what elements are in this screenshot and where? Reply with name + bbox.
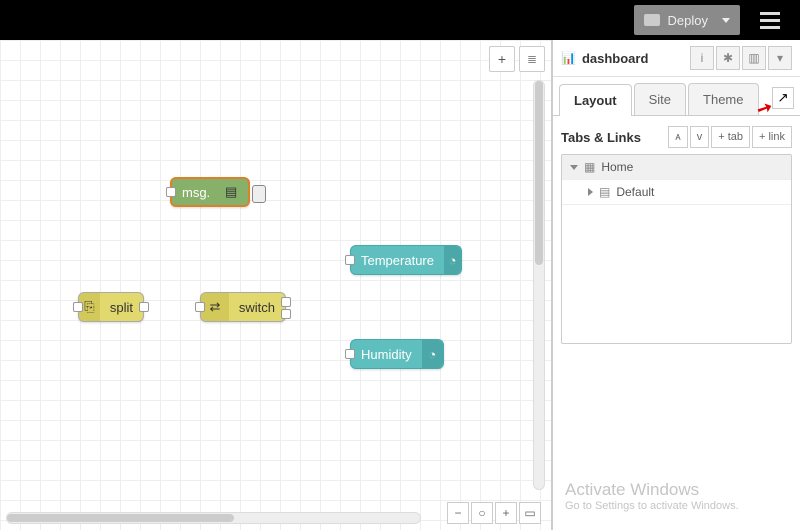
node-humidity[interactable]: Humidity ◔ xyxy=(350,339,444,369)
deploy-label: Deploy xyxy=(668,13,708,28)
node-label: split xyxy=(100,300,143,315)
canvas-scrollbar-h[interactable] xyxy=(6,512,421,524)
info-icon: i xyxy=(701,51,704,65)
sidebar: 📊 dashboard i ✱ ▥ ▾ Layout Site Theme ↗ … xyxy=(552,40,800,530)
pane-section-title: Tabs & Links xyxy=(561,130,641,145)
tab-site[interactable]: Site xyxy=(634,83,686,115)
external-link-icon: ↗ xyxy=(777,90,788,106)
node-label: switch xyxy=(229,300,285,315)
zoom-out-button[interactable]: − xyxy=(447,502,469,524)
node-debug[interactable]: msg. ▤ xyxy=(170,177,250,207)
hamburger-menu-button[interactable] xyxy=(750,0,790,40)
tree-label: Home xyxy=(601,160,633,174)
debug-toggle[interactable] xyxy=(252,185,266,203)
node-label: msg. xyxy=(172,185,220,200)
watermark-subtitle: Go to Settings to activate Windows. xyxy=(565,500,739,512)
switch-icon: ⇄ xyxy=(201,293,229,321)
node-label: Temperature xyxy=(351,253,444,268)
tree-group-default[interactable]: ▤ Default xyxy=(562,180,791,205)
map-toggle-button[interactable]: ▭ xyxy=(519,502,541,524)
scrollbar-thumb[interactable] xyxy=(535,81,543,265)
sidebar-header: 📊 dashboard i ✱ ▥ ▾ xyxy=(553,40,800,77)
group-icon: ▤ xyxy=(599,185,610,199)
add-link-button[interactable]: + link xyxy=(752,126,792,148)
node-port-out-2[interactable] xyxy=(281,309,291,319)
dashboard-tab-icon: ▦ xyxy=(584,160,595,174)
caret-down-icon xyxy=(722,18,730,23)
info-button[interactable]: i xyxy=(690,46,714,70)
pane-buttons: ᴀ ᴠ + tab + link xyxy=(668,126,792,148)
top-bar: Deploy xyxy=(0,0,800,40)
canvas-list-button[interactable]: ≣ xyxy=(519,46,545,72)
canvas-footer: − ○ + ▭ xyxy=(447,502,541,524)
collapse-all-button[interactable]: ᴠ xyxy=(690,126,710,148)
windows-watermark: Activate Windows Go to Settings to activ… xyxy=(565,480,739,512)
expand-all-button[interactable]: ᴀ xyxy=(668,126,687,148)
sidebar-title: 📊 dashboard xyxy=(561,51,648,66)
canvas-scrollbar-v[interactable] xyxy=(533,80,545,490)
canvas-grid xyxy=(0,40,551,530)
layout-pane: Tabs & Links ᴀ ᴠ + tab + link ▦ Home ▤ xyxy=(553,116,800,344)
node-port-in[interactable] xyxy=(195,302,205,312)
canvas-toolbar: + ≣ xyxy=(489,46,545,72)
node-split[interactable]: ⎘ split xyxy=(78,292,144,322)
tree-tab-home[interactable]: ▦ Home xyxy=(562,155,791,180)
deploy-icon xyxy=(644,14,660,26)
zoom-reset-button[interactable]: ○ xyxy=(471,502,493,524)
tab-theme[interactable]: Theme xyxy=(688,83,758,115)
gauge-icon: ◔ xyxy=(422,340,443,368)
bar-chart-icon: 📊 xyxy=(561,51,576,65)
list-icon: ≣ xyxy=(527,52,537,66)
sidebar-tools: i ✱ ▥ ▾ xyxy=(690,46,792,70)
node-label: Humidity xyxy=(351,347,422,362)
node-switch[interactable]: ⇄ switch xyxy=(200,292,286,322)
canvas-add-button[interactable]: + xyxy=(489,46,515,72)
deploy-button[interactable]: Deploy xyxy=(634,5,740,35)
chevron-right-icon xyxy=(588,188,593,196)
node-port-in[interactable] xyxy=(345,349,355,359)
scrollbar-thumb[interactable] xyxy=(7,514,234,522)
watermark-title: Activate Windows xyxy=(565,480,739,500)
flow-canvas[interactable]: + ≣ msg. ▤ ⎘ split xyxy=(0,40,552,530)
node-port-in[interactable] xyxy=(166,187,176,197)
node-port-in[interactable] xyxy=(73,302,83,312)
node-temperature[interactable]: Temperature ◔ xyxy=(350,245,462,275)
node-port-in[interactable] xyxy=(345,255,355,265)
debug-panel-button[interactable]: ✱ xyxy=(716,46,740,70)
tabs-tree: ▦ Home ▤ Default xyxy=(561,154,792,344)
open-dashboard-button[interactable]: ↗ xyxy=(772,87,794,109)
node-port-out-1[interactable] xyxy=(281,297,291,307)
gauge-icon: ◔ xyxy=(444,246,461,274)
zoom-in-button[interactable]: + xyxy=(495,502,517,524)
sidebar-title-text: dashboard xyxy=(582,51,648,66)
tree-label: Default xyxy=(616,185,654,199)
chevron-down-icon xyxy=(570,165,578,170)
node-port-out[interactable] xyxy=(139,302,149,312)
add-tab-button[interactable]: + tab xyxy=(711,126,750,148)
sidebar-dropdown-button[interactable]: ▾ xyxy=(768,46,792,70)
debug-icon: ▤ xyxy=(220,184,242,200)
bar-chart-icon: ▥ xyxy=(748,51,759,65)
tab-layout[interactable]: Layout xyxy=(559,84,632,116)
dashboard-panel-button[interactable]: ▥ xyxy=(742,46,766,70)
caret-down-icon: ▾ xyxy=(777,51,783,65)
bug-icon: ✱ xyxy=(723,51,733,65)
